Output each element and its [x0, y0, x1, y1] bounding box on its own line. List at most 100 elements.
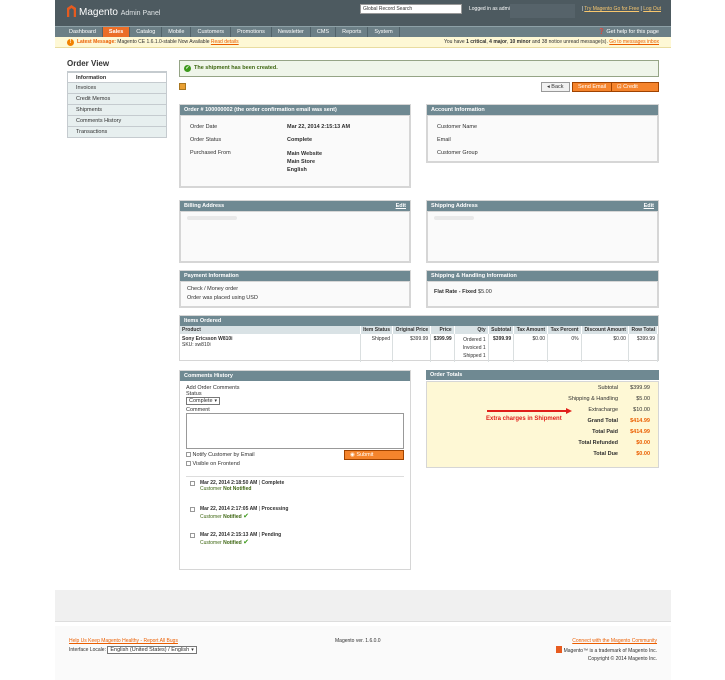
visible-checkbox[interactable] — [186, 461, 191, 466]
tab-invoices[interactable]: Invoices — [67, 83, 167, 94]
magento-logo[interactable]: Magento Admin Panel — [67, 5, 160, 18]
status-select[interactable]: Complete — [186, 397, 221, 405]
nav-sales[interactable]: Sales — [102, 27, 131, 37]
order-info-box: Order # 100000002 (the order confirmatio… — [179, 104, 411, 188]
nav-newsletter[interactable]: Newsletter — [272, 27, 311, 37]
help-link[interactable]: ❓ Get help for this page — [598, 27, 659, 37]
report-bugs-link[interactable]: Help Us Keep Magento Healthy - Report Al… — [69, 638, 178, 644]
payment-method: Check / Money order — [187, 286, 239, 292]
total-value: $0.00 — [636, 440, 650, 446]
purchased-from-value: Main Website Main Store English — [287, 150, 322, 174]
tab-comments-history[interactable]: Comments History — [67, 116, 167, 127]
redacted-text — [187, 216, 237, 220]
nav-customers[interactable]: Customers — [191, 27, 232, 37]
qty-ordered: Ordered 1 — [463, 337, 486, 343]
history-status: Pending — [261, 532, 282, 538]
global-search-input[interactable]: Global Record Search — [360, 4, 462, 14]
checkmark-icon: ✔ — [243, 539, 249, 546]
tab-credit-memos[interactable]: Credit Memos — [67, 94, 167, 105]
nav-dashboard[interactable]: Dashboard — [55, 27, 103, 37]
total-value: $414.99 — [630, 429, 650, 435]
locale-select[interactable]: English (United States) / English — [107, 646, 197, 654]
total-label: Total Refunded — [578, 440, 618, 446]
qty-invoiced: Invoiced 1 — [462, 345, 486, 351]
items-table: Product Item Status Original Price Price… — [180, 326, 659, 362]
items-table-header: Product Item Status Original Price Price… — [180, 326, 659, 334]
order-totals-body: Subtotal $399.99 Shipping & Handling $5.00… — [426, 381, 659, 468]
tab-shipments[interactable]: Shipments — [67, 105, 167, 116]
order-info-body: Order Date Mar 22, 2014 2:15:13 AM Order … — [180, 115, 410, 187]
nav-cms[interactable]: CMS — [311, 27, 337, 37]
total-label: Subtotal — [597, 385, 618, 391]
nav-promotions[interactable]: Promotions — [231, 27, 272, 37]
magento-logo-icon — [67, 5, 76, 17]
product-sku: SKU: sw810i — [182, 342, 211, 348]
list-item: Mar 22, 2014 2:17:05 AM | Processing Cus… — [186, 506, 404, 532]
order-icon — [179, 83, 186, 90]
nav-reports[interactable]: Reports — [336, 27, 369, 37]
send-email-button[interactable]: Send Email — [572, 82, 613, 92]
history-note: Notified — [223, 540, 242, 546]
purchased-from-label: Purchased From — [190, 150, 231, 156]
col-price: Price — [430, 326, 455, 334]
back-button-label: Back — [551, 84, 564, 90]
back-button[interactable]: ◂ Back — [541, 82, 570, 92]
counts-prefix: You have — [444, 39, 465, 45]
qty-shipped: Shipped 1 — [463, 353, 486, 359]
account-info-title: Account Information — [427, 105, 658, 115]
submit-comment-button[interactable]: ◉ Submit Comment — [344, 450, 404, 467]
col-tax-amount: Tax Amount — [513, 326, 549, 334]
billing-address-header: Billing Address Edit — [180, 201, 410, 211]
order-totals-title: Order Totals — [426, 370, 659, 380]
messages-inbox-link[interactable]: Go to messages inbox — [609, 39, 659, 45]
payment-info-title: Payment Information — [180, 271, 410, 281]
total-value: $5.00 — [636, 396, 650, 402]
total-row-subtotal: Subtotal $399.99 — [427, 385, 658, 396]
total-value: $399.99 — [630, 385, 650, 391]
col-tax-percent: Tax Percent — [547, 326, 582, 334]
product-cell: Sony Ericsson W810i SKU: sw810i — [180, 334, 361, 362]
success-text: The shipment has been created. — [194, 65, 278, 71]
nav-mobile[interactable]: Mobile — [162, 27, 192, 37]
row-total: $399.99 — [628, 334, 659, 362]
total-label: Shipping & Handling — [568, 396, 618, 402]
try-magento-go-link[interactable]: Try Magento Go for Free — [584, 6, 639, 12]
history-note-prefix: Customer — [200, 540, 222, 546]
items-ordered-title: Items Ordered — [180, 316, 658, 326]
warning-icon: ! — [67, 39, 74, 46]
page: Magento Admin Panel Global Record Search… — [55, 0, 671, 680]
history-bullet — [190, 533, 195, 538]
total-value: $414.99 — [630, 418, 650, 424]
read-details-link[interactable]: Read details — [211, 39, 239, 45]
comments-history-body: Add Order Comments Status Complete Comme… — [180, 381, 410, 569]
help-link-label: Get help for this page — [606, 29, 659, 35]
locale-label: Interface Locale: — [69, 647, 106, 653]
payment-currency-note: Order was placed using USD — [187, 295, 258, 301]
back-arrow-icon: ◂ — [547, 84, 550, 90]
magento-version: Magento ver. 1.6.0.0 — [335, 638, 381, 644]
total-value: $0.00 — [636, 451, 650, 457]
comment-textarea[interactable] — [186, 413, 404, 449]
history-separator: | — [258, 532, 261, 538]
table-row: Sony Ericsson W810i SKU: sw810i Shipped $… — [180, 334, 659, 362]
billing-edit-link[interactable]: Edit — [396, 201, 406, 211]
notify-checkbox[interactable] — [186, 452, 191, 457]
billing-address-body — [180, 211, 410, 262]
shipping-edit-link[interactable]: Edit — [644, 201, 654, 211]
header-links: | Try Magento Go for Free | Log Out — [581, 6, 661, 12]
logout-link[interactable]: Log Out — [643, 6, 661, 12]
annotation-arrowhead — [566, 408, 572, 414]
community-link[interactable]: Connect with the Magento Community — [572, 638, 657, 644]
credit-memo-button[interactable]: ⊡ Credit Memo — [611, 82, 659, 99]
tab-information[interactable]: Information — [67, 72, 167, 83]
nav-catalog[interactable]: Catalog — [130, 27, 163, 37]
history-bullet — [190, 481, 195, 486]
tab-transactions[interactable]: Transactions — [67, 127, 167, 138]
critical-count: 1 critical — [466, 39, 487, 45]
history-status: Processing — [261, 506, 289, 512]
shipping-address-title: Shipping Address — [431, 203, 478, 209]
total-value: $10.00 — [633, 407, 650, 413]
trademark-row: Magento™ is a trademark of Magento Inc. — [556, 646, 657, 654]
footer-band — [55, 590, 671, 622]
nav-system[interactable]: System — [368, 27, 400, 37]
